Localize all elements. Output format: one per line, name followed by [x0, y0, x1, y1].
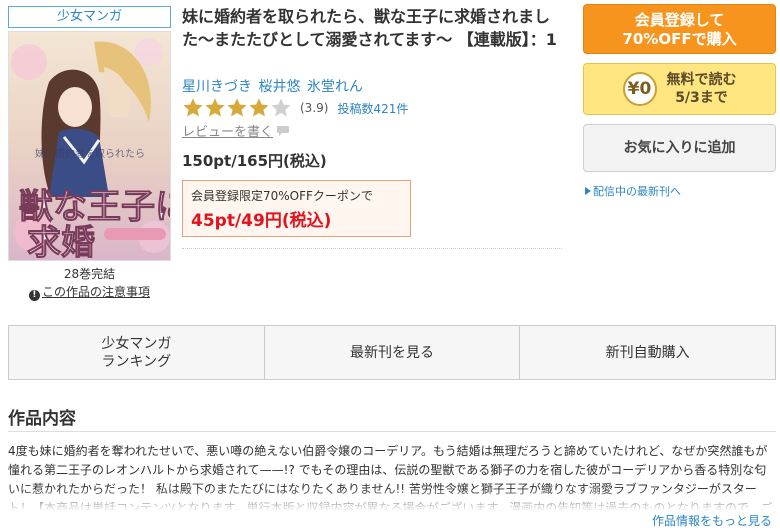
tab-ranking[interactable]: 少女マンガ ランキング	[9, 326, 264, 379]
tab-auto-purchase-label[interactable]: 新刊自動購入	[606, 344, 690, 362]
register-line-2: 70%OFFで購入	[622, 30, 737, 48]
write-review-link[interactable]: レビューを書く	[182, 121, 290, 140]
write-review-label[interactable]: レビューを書く	[182, 121, 273, 140]
latest-volume-link[interactable]: 配信中の最新刊へ	[585, 183, 681, 199]
tab-latest-volume[interactable]: 最新刊を見る	[263, 326, 520, 379]
star-icon	[183, 98, 203, 117]
latest-volume-label[interactable]: 配信中の最新刊へ	[593, 185, 681, 198]
tab-ranking-label[interactable]: 少女マンガ ランキング	[101, 335, 171, 371]
yen-zero-coin-icon: ¥0	[622, 72, 657, 106]
register-line-1: 会員登録して	[634, 11, 725, 29]
coupon-label: 会員登録限定70%OFFクーポンで	[191, 189, 373, 203]
review-count-link[interactable]: 投稿数421件	[337, 100, 408, 117]
caution-notice[interactable]: ! この作品の注意事項	[8, 283, 171, 301]
book-title: 妹に婚約者を取られたら、獣な王子に求婚されました〜またたびとして溺愛されてます〜…	[182, 7, 557, 49]
svg-text:妹に婚約者を取られたら: 妹に婚約者を取られたら	[35, 147, 145, 160]
add-favorite-button[interactable]: お気に入りに追加	[583, 124, 776, 172]
star-icon	[249, 98, 269, 117]
cover-illustration: 妹に婚約者を取られたら 獣な王子に 求婚	[9, 32, 171, 261]
star-icon	[271, 98, 291, 117]
star-rating	[182, 97, 292, 119]
volume-status: 28巻完結	[63, 267, 116, 281]
info-icon: !	[28, 290, 40, 301]
tab-latest-label[interactable]: 最新刊を見る	[350, 344, 434, 362]
price: 150pt/165円(税込)	[182, 152, 327, 170]
authors[interactable]: 星川きづき 桜井悠 氷堂れん	[182, 76, 363, 96]
free-line-2: 5/3まで	[675, 90, 728, 106]
caution-link[interactable]: この作品の注意事項	[42, 285, 150, 299]
section-title: 作品内容	[8, 409, 76, 429]
genre-tag[interactable]: 少女マンガ	[8, 6, 171, 28]
book-cover-image[interactable]: 妹に婚約者を取られたら 獣な王子に 求婚	[8, 31, 171, 261]
speech-bubble-icon	[277, 125, 290, 136]
triangle-right-icon	[585, 187, 591, 195]
rating-score: (3.9)	[300, 101, 329, 115]
star-icon	[227, 98, 247, 117]
read-free-button[interactable]: ¥0 無料で読む 5/3まで	[583, 63, 776, 115]
star-icon	[205, 98, 225, 117]
register-purchase-button[interactable]: 会員登録して 70%OFFで購入	[583, 4, 776, 54]
free-line-1: 無料で読む	[666, 72, 737, 88]
description-fade	[8, 488, 774, 512]
tab-auto-purchase[interactable]: 新刊自動購入	[519, 326, 776, 379]
coupon-price: 45pt/49円(税込)	[191, 211, 332, 231]
tab-bar: 少女マンガ ランキング 最新刊を見る 新刊自動購入	[8, 325, 776, 380]
svg-text:求婚: 求婚	[27, 223, 95, 261]
more-info-link[interactable]: 作品情報をもっと見る	[652, 512, 772, 529]
rating: (3.9) 投稿数421件	[182, 97, 408, 119]
coupon-box: 会員登録限定70%OFFクーポンで 45pt/49円(税込)	[182, 180, 411, 237]
svg-text:獣な王子に: 獣な王子に	[19, 187, 171, 227]
divider	[182, 248, 562, 249]
section-divider	[8, 431, 776, 432]
